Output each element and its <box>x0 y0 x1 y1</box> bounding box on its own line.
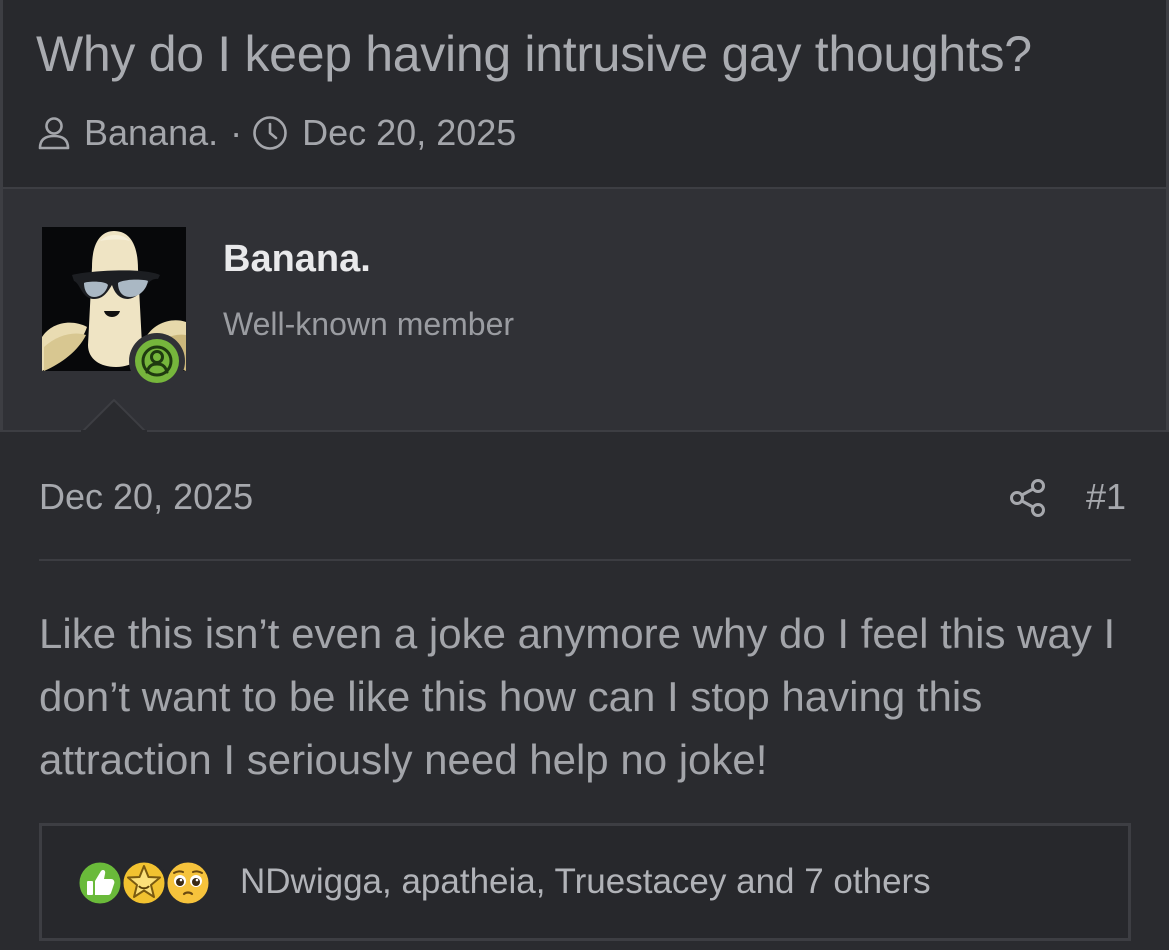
user-title: Well-known member <box>223 306 515 342</box>
thread-date-link[interactable]: Dec 20, 2025 <box>302 112 516 154</box>
post: Dec 20, 2025 #1 Like this isn’t even a j… <box>0 432 1169 950</box>
reaction-icons[interactable] <box>76 855 226 909</box>
online-status-badge <box>129 333 185 389</box>
page: Why do I keep having intrusive gay thoug… <box>0 0 1169 950</box>
online-user-icon <box>141 345 173 377</box>
username-link[interactable]: Banana. <box>223 238 371 281</box>
thumbs-up-icon <box>76 859 124 907</box>
reactions-bar: NDwigga, apatheia, Truestacey and 7 othe… <box>39 823 1131 941</box>
star-face-icon <box>120 859 168 907</box>
thread-meta: Banana. · Dec 20, 2025 <box>36 110 516 156</box>
post-number-link[interactable]: #1 <box>1086 476 1126 518</box>
thread-title: Why do I keep having intrusive gay thoug… <box>36 26 1032 82</box>
share-icon[interactable] <box>1008 478 1048 518</box>
message-arrow <box>81 399 147 433</box>
user-block: Banana. Well-known member <box>0 189 1169 433</box>
post-body: Like this isn’t even a joke anymore why … <box>39 610 1116 783</box>
post-date-link[interactable]: Dec 20, 2025 <box>39 476 253 518</box>
post-divider <box>39 559 1131 561</box>
pleading-face-icon <box>164 859 212 907</box>
meta-separator: · <box>230 112 243 153</box>
clock-icon <box>252 115 288 151</box>
thread-header: Why do I keep having intrusive gay thoug… <box>0 0 1169 189</box>
thread-author-link[interactable]: Banana. <box>84 112 218 154</box>
reactions-list-link[interactable]: NDwigga, apatheia, Truestacey and 7 othe… <box>240 862 931 902</box>
user-icon <box>36 115 72 151</box>
